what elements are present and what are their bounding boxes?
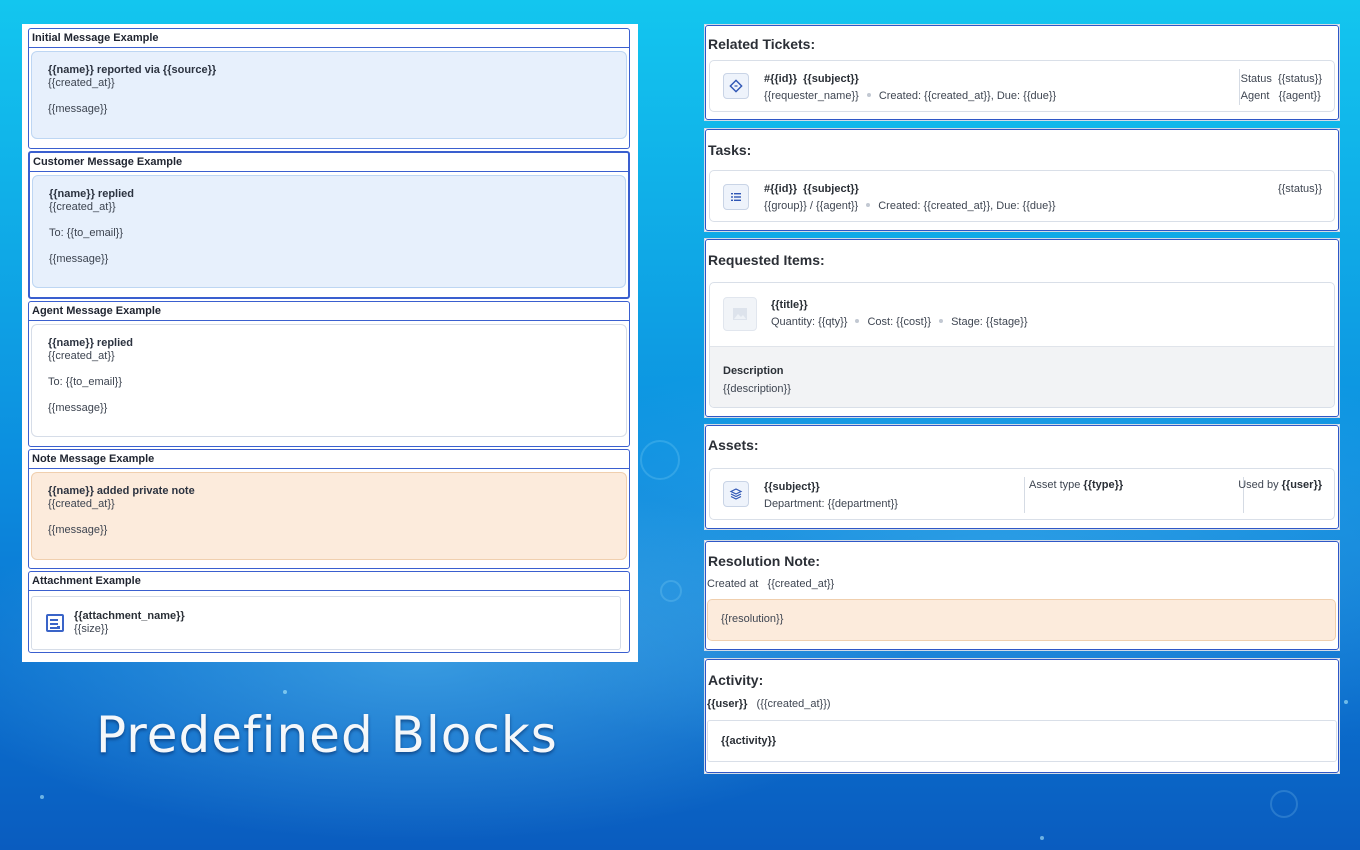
status-label: Status <box>1240 73 1272 85</box>
block-frame: Assets: {{subject}} Department: {{depart… <box>705 425 1339 529</box>
message-header: {{name}} replied <box>48 337 133 349</box>
section-title: Resolution Note: <box>708 553 820 569</box>
message-header: {{name}} reported via {{source}} <box>48 64 217 76</box>
item-quantity: Quantity: {{qty}} <box>771 316 848 328</box>
block-frame: Requested Items: {{title}} Quantity: {{q… <box>705 239 1339 417</box>
tasks-block[interactable]: Tasks: #{{id}} {{subject}} {{group}} / {… <box>704 128 1340 232</box>
task-row[interactable]: #{{id}} {{subject}} {{group}} / {{agent}… <box>709 170 1335 222</box>
resolution-text: {{resolution}} <box>707 599 1336 641</box>
asset-type-value: {{type}} <box>1083 479 1124 491</box>
block-title: Attachment Example <box>29 572 629 591</box>
message-blocks-panel: Initial Message Example {{name}} reporte… <box>22 24 638 662</box>
message-card: {{name}} replied {{created_at}} To: {{to… <box>31 324 627 437</box>
attachment-size: {{size}} <box>74 623 109 635</box>
item-title: {{title}} <box>771 299 808 311</box>
bokeh-circle <box>660 580 682 602</box>
message-body: {{message}} <box>48 402 108 414</box>
block-title: Note Message Example <box>29 450 629 469</box>
asset-department: Department: {{department}} <box>764 498 898 510</box>
resolution-note-block[interactable]: Resolution Note: Created at {{created_at… <box>704 540 1340 651</box>
section-title: Assets: <box>708 437 759 453</box>
layers-icon <box>723 481 749 507</box>
status-value: {{status}} <box>1277 73 1322 85</box>
block-title: Customer Message Example <box>30 153 628 172</box>
requested-item-row[interactable]: {{title}} Quantity: {{qty}} Cost: {{cost}… <box>709 282 1335 408</box>
section-title: Activity: <box>708 672 764 688</box>
item-stage: Stage: {{stage}} <box>951 316 1028 328</box>
asset-type-label: Asset type <box>1029 479 1081 491</box>
agent-message-block[interactable]: Agent Message Example {{name}} replied {… <box>28 301 630 447</box>
block-title: Initial Message Example <box>29 29 629 48</box>
message-card: {{name}} replied {{created_at}} To: {{to… <box>32 175 626 288</box>
message-created: {{created_at}} <box>48 77 115 89</box>
customer-message-block[interactable]: Customer Message Example {{name}} replie… <box>28 151 630 299</box>
used-by-value: {{user}} <box>1281 479 1322 491</box>
item-cost: Cost: {{cost}} <box>867 316 932 328</box>
message-to: To: {{to_email}} <box>48 376 123 388</box>
task-dates: Created: {{created_at}}, Due: {{due}} <box>878 200 1056 212</box>
bokeh-dot <box>1344 700 1348 704</box>
agent-value: {{agent}} <box>1278 90 1321 102</box>
asset-row[interactable]: {{subject}} Department: {{department}} A… <box>709 468 1335 520</box>
message-created: {{created_at}} <box>48 498 115 510</box>
attachment-block[interactable]: Attachment Example {{attachment_name}} {… <box>28 571 630 653</box>
ticket-id: #{{id}} <box>764 73 798 85</box>
image-icon <box>723 297 757 331</box>
ticket-requester: {{requester_name}} <box>764 90 859 102</box>
message-created: {{created_at}} <box>49 201 116 213</box>
attachment-card[interactable]: {{attachment_name}} {{size}} <box>31 596 621 650</box>
message-to: To: {{to_email}} <box>49 227 124 239</box>
message-card: {{name}} reported via {{source}} {{creat… <box>31 51 627 139</box>
activity-block[interactable]: Activity: {{user}} ({{created_at}}) {{ac… <box>704 658 1340 774</box>
section-title: Related Tickets: <box>708 36 816 52</box>
message-header: {{name}} added private note <box>48 485 195 497</box>
ticket-dates: Created: {{created_at}}, Due: {{due}} <box>878 90 1057 102</box>
task-status: {{status}} <box>1277 183 1322 195</box>
task-group-agent: {{group}} / {{agent}} <box>764 200 859 212</box>
ticket-icon <box>723 73 749 99</box>
message-card: {{name}} added private note {{created_at… <box>31 472 627 560</box>
related-tickets-block[interactable]: Related Tickets: #{{id}} {{subject}} {{r… <box>704 24 1340 121</box>
task-subject[interactable]: {{subject}} <box>803 183 859 195</box>
block-frame: Activity: {{user}} ({{created_at}}) {{ac… <box>705 659 1339 773</box>
activity-text: {{activity}} <box>707 720 1337 762</box>
list-icon <box>723 184 749 210</box>
resolution-created-label: Created at <box>707 578 759 590</box>
agent-label: Agent <box>1240 90 1270 102</box>
message-body: {{message}} <box>48 524 108 536</box>
message-header: {{name}} replied <box>49 188 134 200</box>
assets-block[interactable]: Assets: {{subject}} Department: {{depart… <box>704 424 1340 530</box>
bokeh-dot <box>1040 836 1044 840</box>
section-title: Tasks: <box>708 142 752 158</box>
message-body: {{message}} <box>48 103 108 115</box>
bokeh-dot <box>283 690 287 694</box>
bokeh-circle <box>1270 790 1298 818</box>
activity-user: {{user}} <box>707 698 748 710</box>
block-frame: Tasks: #{{id}} {{subject}} {{group}} / {… <box>705 129 1339 231</box>
ticket-subject[interactable]: {{subject}} <box>803 73 859 85</box>
message-created: {{created_at}} <box>48 350 115 362</box>
block-title: Agent Message Example <box>29 302 629 321</box>
description-label: Description <box>723 365 784 377</box>
block-frame: Resolution Note: Created at {{created_at… <box>705 541 1339 650</box>
block-frame: Related Tickets: #{{id}} {{subject}} {{r… <box>705 25 1339 120</box>
note-message-block[interactable]: Note Message Example {{name}} added priv… <box>28 449 630 569</box>
document-icon <box>46 614 64 632</box>
activity-created: ({{created_at}}) <box>756 698 831 710</box>
ticket-row[interactable]: #{{id}} {{subject}} {{requester_name}} Cr… <box>709 60 1335 112</box>
bokeh-dot <box>40 795 44 799</box>
asset-subject[interactable]: {{subject}} <box>764 479 898 496</box>
initial-message-block[interactable]: Initial Message Example {{name}} reporte… <box>28 28 630 149</box>
description-area: Description {{description}} <box>710 346 1334 407</box>
resolution-created-value: {{created_at}} <box>767 578 835 590</box>
description-value: {{description}} <box>723 383 791 395</box>
attachment-name: {{attachment_name}} <box>74 610 185 622</box>
slide-title: Predefined Blocks <box>96 706 558 764</box>
task-id: #{{id}} <box>764 183 798 195</box>
section-title: Requested Items: <box>708 252 825 268</box>
used-by-label: Used by <box>1238 479 1279 491</box>
requested-items-block[interactable]: Requested Items: {{title}} Quantity: {{q… <box>704 238 1340 418</box>
bokeh-circle <box>640 440 680 480</box>
message-body: {{message}} <box>49 253 109 265</box>
